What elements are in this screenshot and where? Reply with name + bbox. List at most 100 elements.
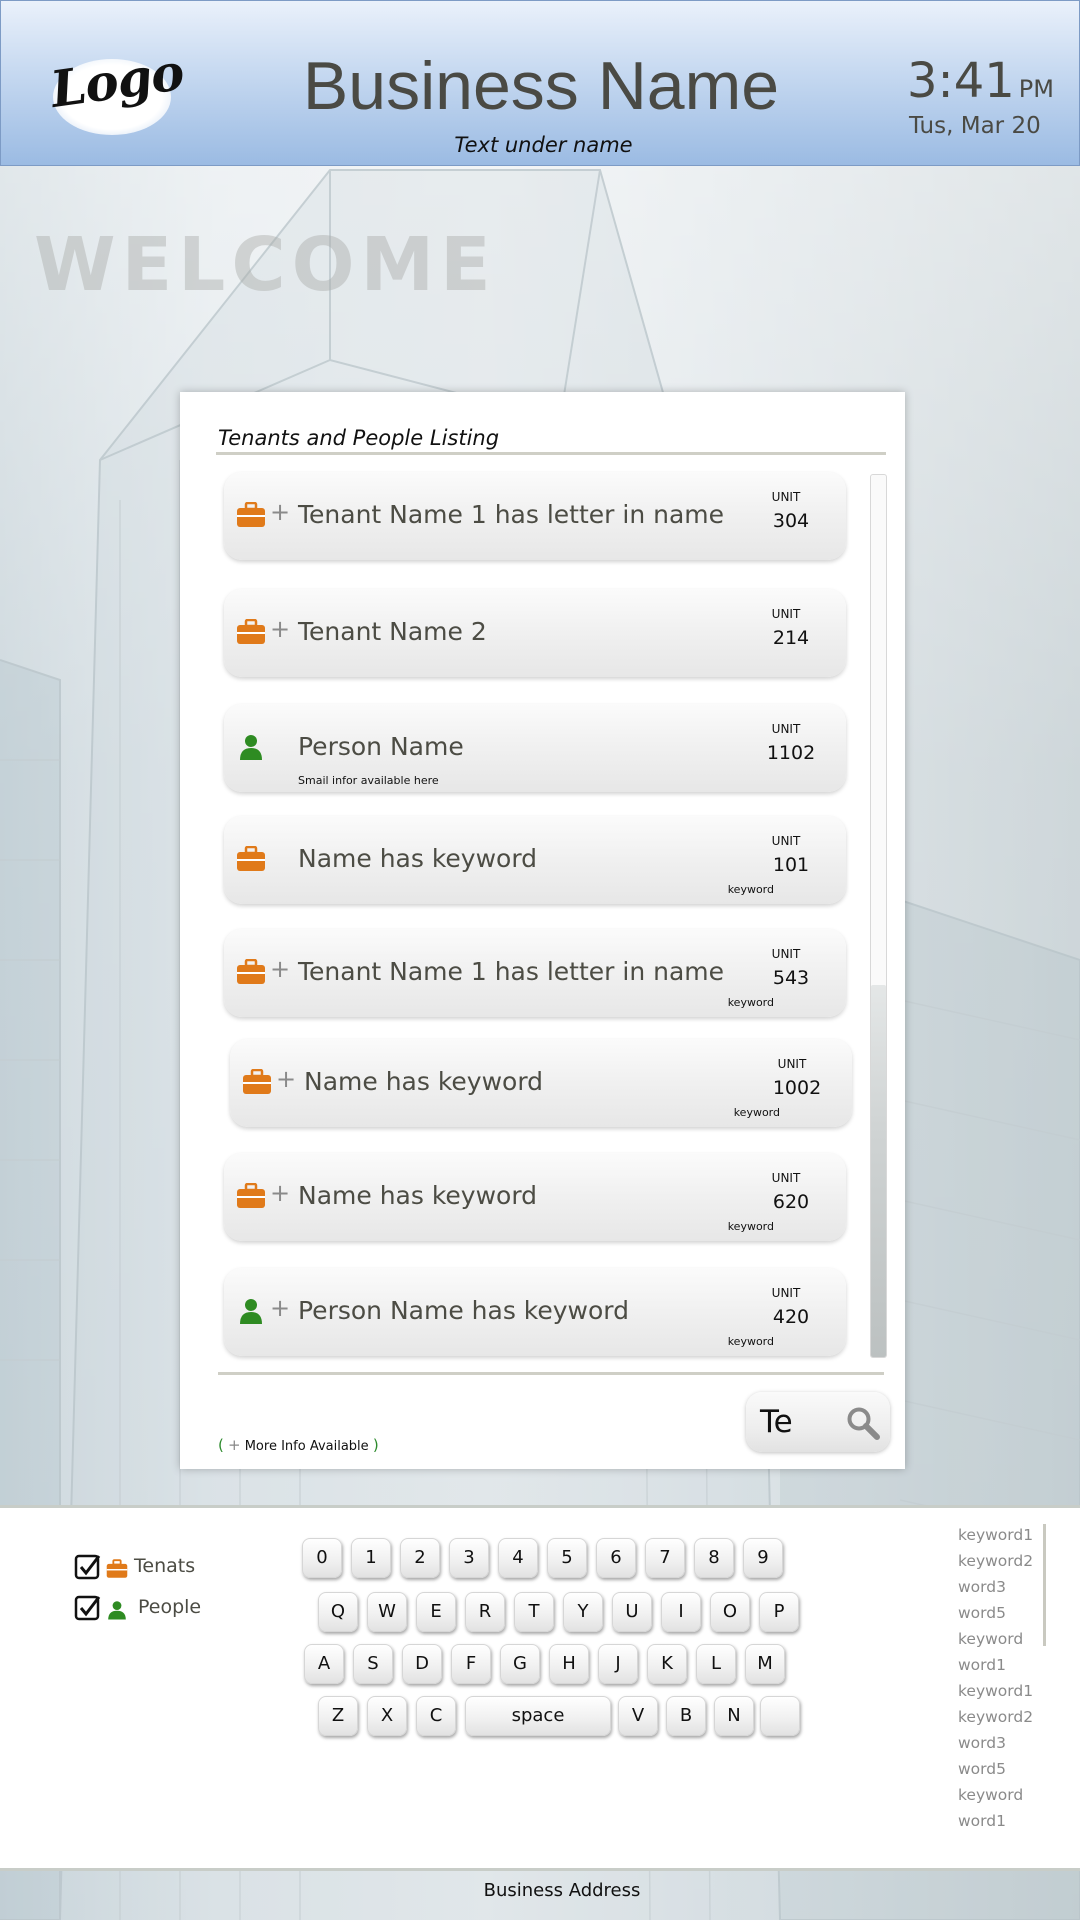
row-keyword: keyword xyxy=(727,1335,774,1348)
key-0[interactable]: 0 xyxy=(302,1538,342,1578)
keyword-suggestion[interactable]: keyword2 xyxy=(958,1548,1048,1574)
keyword-suggestion[interactable]: word3 xyxy=(958,1574,1048,1600)
checkbox-checked-icon[interactable] xyxy=(74,1553,102,1581)
key-u[interactable]: U xyxy=(612,1592,652,1632)
listing-row[interactable]: + Tenant Name 1 has letter in name UNIT 304 xyxy=(224,472,846,560)
more-info-plus-icon: + xyxy=(270,498,291,526)
listing-row[interactable]: + Name has keyword UNIT 1002 keyword xyxy=(230,1039,852,1127)
keyword-suggestion[interactable]: word5 xyxy=(958,1756,1048,1782)
clock-ampm: PM xyxy=(1018,75,1054,103)
key-1[interactable]: 1 xyxy=(351,1538,391,1578)
key-y[interactable]: Y xyxy=(563,1592,603,1632)
briefcase-icon xyxy=(236,501,266,528)
key-p[interactable]: P xyxy=(759,1592,799,1632)
listing-row[interactable]: + Name has keyword UNIT 620 keyword xyxy=(224,1153,846,1241)
key-d[interactable]: D xyxy=(402,1644,442,1684)
key-k[interactable]: K xyxy=(647,1644,687,1684)
listing-row[interactable]: + Tenant Name 2 UNIT 214 xyxy=(224,589,846,677)
keyword-suggestion[interactable]: keyword2 xyxy=(958,1704,1048,1730)
listing-row[interactable]: + Person Name has keyword UNIT 420 keyword xyxy=(224,1268,846,1356)
key-g[interactable]: G xyxy=(500,1644,540,1684)
key-2[interactable]: 2 xyxy=(400,1538,440,1578)
keyword-suggestion[interactable]: word1 xyxy=(958,1652,1048,1678)
key-l[interactable]: L xyxy=(696,1644,736,1684)
keyboard-area: Tenats People 0123456789 QWERTYUIOP ASDFGH… xyxy=(0,1505,1080,1871)
keyword-suggestion[interactable]: word1 xyxy=(958,1808,1048,1834)
key-m[interactable]: M xyxy=(745,1644,785,1684)
unit-label: UNIT xyxy=(771,834,801,848)
key-r[interactable]: R xyxy=(465,1592,505,1632)
keyword-suggestions: keyword1 keyword2 word3 word5 keyword word1 ke… xyxy=(958,1522,1048,1834)
key-blank[interactable] xyxy=(760,1696,800,1736)
key-8[interactable]: 8 xyxy=(694,1538,734,1578)
keyword-scrollbar[interactable] xyxy=(1043,1524,1046,1646)
person-icon xyxy=(108,1601,126,1620)
key-5[interactable]: 5 xyxy=(547,1538,587,1578)
key-e[interactable]: E xyxy=(416,1592,456,1632)
listing-row[interactable]: Name has keyword UNIT 101 keyword xyxy=(224,816,846,904)
key-q[interactable]: Q xyxy=(318,1592,358,1632)
clock-time: 3:41 xyxy=(907,53,1015,109)
row-name: Tenant Name 2 xyxy=(298,617,487,646)
key-9[interactable]: 9 xyxy=(743,1538,783,1578)
keyword-suggestion[interactable]: word5 xyxy=(958,1600,1048,1626)
checkbox-checked-icon[interactable] xyxy=(74,1594,102,1622)
unit-number: 620 xyxy=(772,1191,810,1213)
unit-number: 101 xyxy=(772,854,810,876)
person-icon xyxy=(236,1298,266,1324)
keyword-suggestion[interactable]: keyword1 xyxy=(958,1678,1048,1704)
listing-row[interactable]: + Tenant Name 1 has letter in name UNIT 543… xyxy=(224,929,846,1017)
key-6[interactable]: 6 xyxy=(596,1538,636,1578)
key-b[interactable]: B xyxy=(666,1696,706,1736)
key-i[interactable]: I xyxy=(661,1592,701,1632)
row-name: Person Name xyxy=(298,732,464,761)
key-4[interactable]: 4 xyxy=(498,1538,538,1578)
key-x[interactable]: X xyxy=(367,1696,407,1736)
unit-label: UNIT xyxy=(771,1171,801,1185)
key-3[interactable]: 3 xyxy=(449,1538,489,1578)
search-input[interactable]: Te xyxy=(746,1392,890,1452)
filter-people-label: People xyxy=(138,1596,202,1618)
key-s[interactable]: S xyxy=(353,1644,393,1684)
keyword-suggestion[interactable]: keyword xyxy=(958,1626,1048,1652)
listing-row[interactable]: Person Name Smail infor available here UNI… xyxy=(224,704,846,792)
unit-label: UNIT xyxy=(777,1057,807,1071)
key-o[interactable]: O xyxy=(710,1592,750,1632)
key-7[interactable]: 7 xyxy=(645,1538,685,1578)
more-info-plus-icon: + xyxy=(270,615,291,643)
row-keyword: keyword xyxy=(733,1106,780,1119)
welcome-text: WELCOME xyxy=(34,222,497,308)
key-n[interactable]: N xyxy=(714,1696,754,1736)
search-icon[interactable] xyxy=(846,1406,880,1440)
keyword-suggestion[interactable]: keyword1 xyxy=(958,1522,1048,1548)
key-a[interactable]: A xyxy=(304,1644,344,1684)
unit-number: 1002 xyxy=(772,1077,822,1099)
more-info-label: More Info Available xyxy=(244,1439,369,1454)
keyword-suggestion[interactable]: word3 xyxy=(958,1730,1048,1756)
key-t[interactable]: T xyxy=(514,1592,554,1632)
search-value: Te xyxy=(760,1404,793,1440)
unit-label: UNIT xyxy=(771,722,801,736)
key-w[interactable]: W xyxy=(367,1592,407,1632)
listing-panel: Tenants and People Listing + Tenant Name … xyxy=(180,392,905,1469)
unit-number: 304 xyxy=(772,510,810,532)
listing-scrollbar[interactable] xyxy=(870,474,887,1358)
unit-number: 420 xyxy=(772,1306,810,1328)
key-c[interactable]: C xyxy=(416,1696,456,1736)
keyword-suggestion[interactable]: keyword xyxy=(958,1782,1048,1808)
key-z[interactable]: Z xyxy=(318,1696,358,1736)
legend-paren-open: ( xyxy=(218,1436,224,1454)
briefcase-icon xyxy=(236,958,266,985)
row-name: Name has keyword xyxy=(304,1067,544,1096)
key-j[interactable]: J xyxy=(598,1644,638,1684)
key-h[interactable]: H xyxy=(549,1644,589,1684)
key-v[interactable]: V xyxy=(618,1696,658,1736)
briefcase-icon xyxy=(242,1068,272,1095)
date: Tus, Mar 20 xyxy=(909,113,1041,139)
title-divider xyxy=(216,452,886,455)
key-f[interactable]: F xyxy=(451,1644,491,1684)
briefcase-icon xyxy=(236,845,266,872)
scrollbar-thumb[interactable] xyxy=(871,985,886,1357)
key-space[interactable]: space xyxy=(465,1696,611,1736)
unit-label: UNIT xyxy=(771,490,801,504)
